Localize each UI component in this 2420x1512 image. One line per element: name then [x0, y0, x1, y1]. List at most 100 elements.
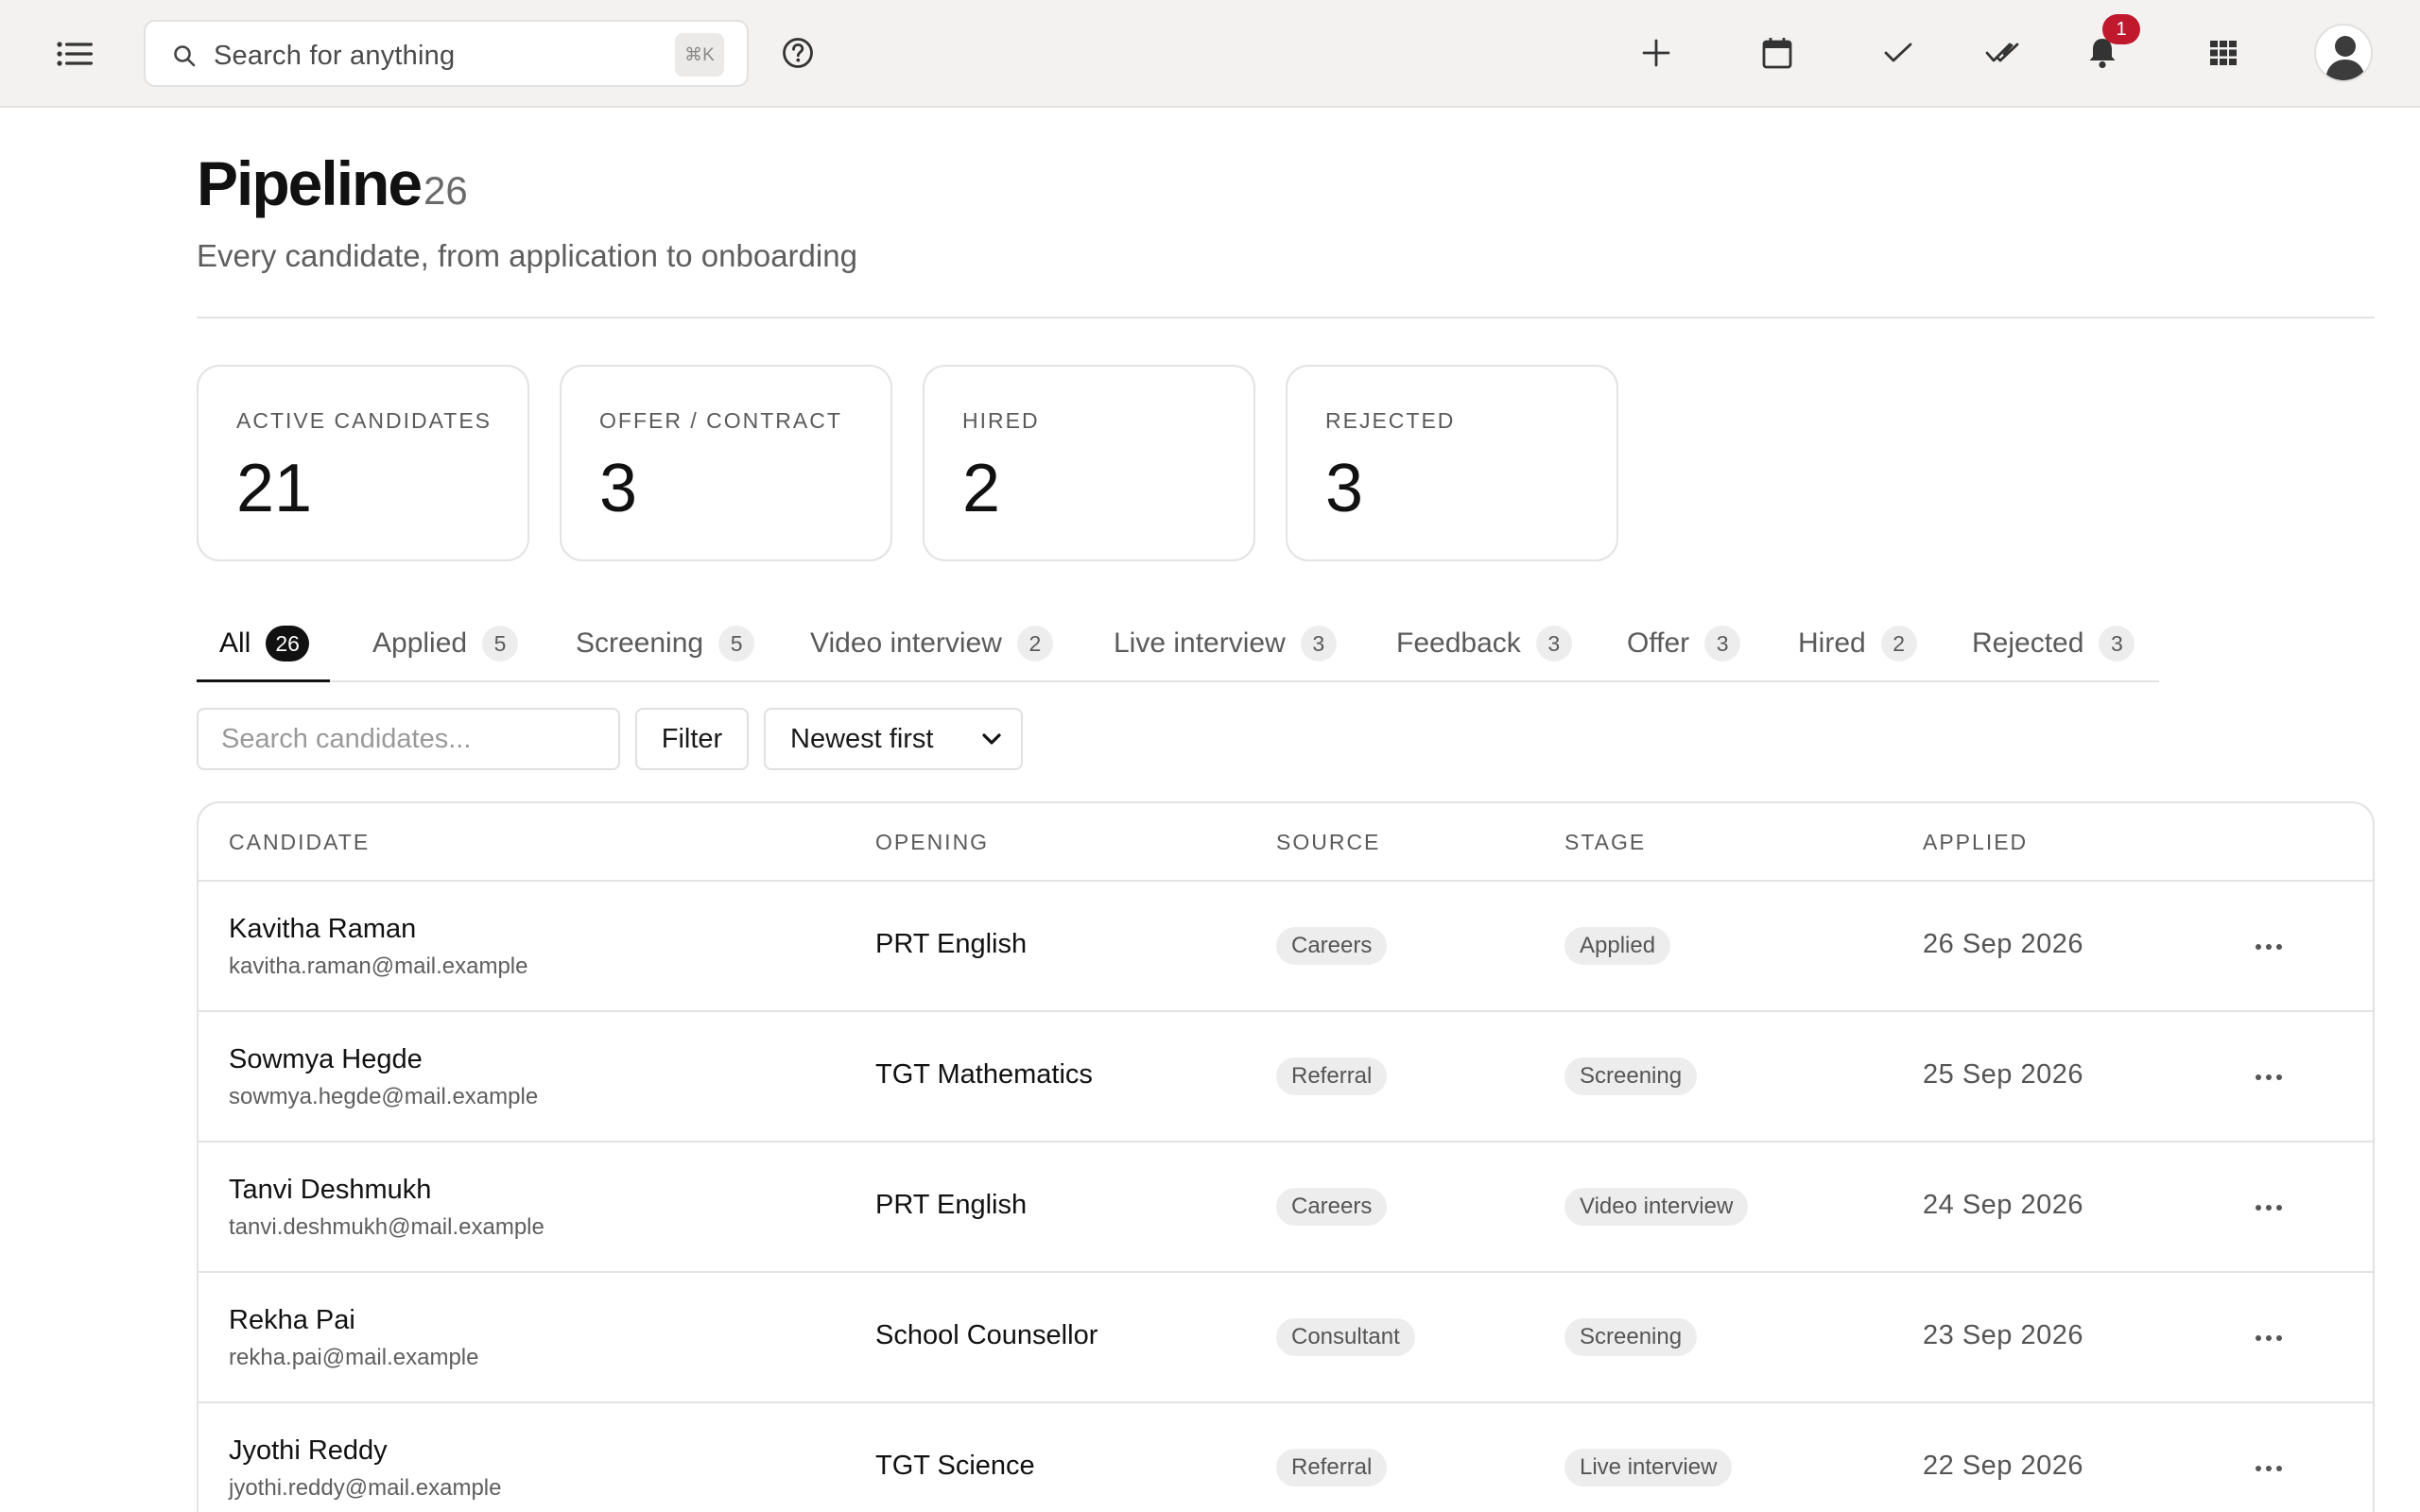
- tab-label: Applied: [372, 627, 468, 659]
- candidate-name[interactable]: Kavitha Raman: [229, 914, 416, 945]
- tab-hired[interactable]: Hired 2: [1798, 612, 1917, 682]
- tab-label: Offer: [1627, 627, 1690, 659]
- column-header-applied: APPLIED: [1923, 830, 2029, 854]
- tab-count: 5: [718, 626, 755, 662]
- tab-count: 3: [1704, 626, 1741, 662]
- column-header-stage: STAGE: [1564, 830, 1647, 854]
- tab-all[interactable]: All 26: [197, 612, 330, 682]
- table-row[interactable]: Rekha Pai rekha.pai@mail.example School …: [199, 1273, 2373, 1403]
- stat-card-hired: HIRED 2: [923, 365, 1255, 561]
- stat-value: 3: [1325, 451, 1364, 526]
- search-placeholder: Search for anything: [214, 41, 456, 71]
- stage-badge: Screening: [1564, 1057, 1698, 1095]
- tab-label: Rejected: [1972, 627, 2084, 659]
- tab-label: Live interview: [1114, 627, 1286, 659]
- tab-count: 2: [1016, 626, 1053, 662]
- source-badge: Referral: [1276, 1449, 1388, 1486]
- candidate-email: rekha.pai@mail.example: [229, 1345, 479, 1370]
- plus-icon[interactable]: [1635, 32, 1677, 74]
- column-header-source: SOURCE: [1276, 830, 1381, 854]
- table-row[interactable]: Jyothi Reddy jyothi.reddy@mail.example T…: [199, 1403, 2373, 1512]
- table-row[interactable]: Kavitha Raman kavitha.raman@mail.example…: [199, 882, 2373, 1012]
- column-header-opening: OPENING: [875, 830, 990, 854]
- more-options-icon[interactable]: [2252, 1063, 2286, 1091]
- tab-live-interview[interactable]: Live interview 3: [1114, 612, 1337, 682]
- candidate-email: sowmya.hegde@mail.example: [229, 1084, 539, 1109]
- sort-select[interactable]: Newest first: [764, 708, 1023, 770]
- page-title: Pipeline: [197, 148, 423, 218]
- avatar[interactable]: [2314, 24, 2373, 82]
- stat-label: REJECTED: [1325, 408, 1456, 433]
- filter-button[interactable]: Filter: [635, 708, 749, 770]
- stat-card-rejected: REJECTED 3: [1286, 365, 1618, 561]
- tab-rejected[interactable]: Rejected 3: [1972, 612, 2135, 682]
- tab-count: 3: [1535, 626, 1572, 662]
- page-subtitle: Every candidate, from application to onb…: [197, 238, 857, 273]
- tab-count: 3: [2099, 626, 2135, 662]
- source-badge: Referral: [1276, 1057, 1388, 1095]
- sort-value: Newest first: [790, 723, 934, 754]
- notification-badge: 1: [2102, 14, 2140, 44]
- column-header-candidate: CANDIDATE: [229, 830, 371, 854]
- shortcut-hint: ⌘K: [675, 33, 724, 77]
- tab-video-interview[interactable]: Video interview 2: [810, 612, 1053, 682]
- stat-label: ACTIVE CANDIDATES: [236, 408, 492, 433]
- candidate-name[interactable]: Jyothi Reddy: [229, 1435, 388, 1467]
- stat-card-offer: OFFER / CONTRACT 3: [560, 365, 892, 561]
- tab-count: 5: [482, 626, 519, 662]
- search-icon: [174, 45, 196, 67]
- stat-value: 2: [962, 451, 1001, 526]
- tab-feedback[interactable]: Feedback 3: [1396, 612, 1572, 682]
- applied-date: 25 Sep 2026: [1923, 1059, 2083, 1090]
- tab-label: Screening: [576, 627, 704, 659]
- candidate-email: jyothi.reddy@mail.example: [229, 1475, 502, 1501]
- more-options-icon[interactable]: [2252, 1194, 2286, 1222]
- tab-label: All: [219, 627, 251, 659]
- stage-badge: Video interview: [1564, 1188, 1749, 1226]
- more-options-icon[interactable]: [2252, 933, 2286, 961]
- table-row[interactable]: Sowmya Hegde sowmya.hegde@mail.example T…: [199, 1012, 2373, 1143]
- page-count: 26: [424, 168, 468, 213]
- apps-grid-icon[interactable]: [2203, 32, 2244, 74]
- menu-icon[interactable]: [55, 34, 95, 74]
- candidate-name[interactable]: Rekha Pai: [229, 1305, 355, 1336]
- candidate-search-input[interactable]: [197, 708, 620, 770]
- source-badge: Careers: [1276, 927, 1388, 965]
- header-divider: [197, 317, 2375, 318]
- top-bar: Search for anything ⌘K 1: [0, 0, 2420, 108]
- global-search[interactable]: Search for anything ⌘K: [144, 20, 749, 87]
- tab-label: Video interview: [810, 627, 1002, 659]
- stat-value: 21: [236, 451, 313, 526]
- table-row[interactable]: Tanvi Deshmukh tanvi.deshmukh@mail.examp…: [199, 1143, 2373, 1273]
- tab-offer[interactable]: Offer 3: [1627, 612, 1741, 682]
- opening: School Counsellor: [875, 1320, 1098, 1350]
- candidate-name[interactable]: Sowmya Hegde: [229, 1044, 423, 1075]
- applied-date: 23 Sep 2026: [1923, 1320, 2083, 1350]
- candidate-name[interactable]: Tanvi Deshmukh: [229, 1175, 431, 1206]
- candidate-email: kavitha.raman@mail.example: [229, 954, 528, 979]
- tab-label: Hired: [1798, 627, 1866, 659]
- tab-screening[interactable]: Screening 5: [576, 612, 755, 682]
- check-icon[interactable]: [1877, 32, 1919, 74]
- candidate-email: tanvi.deshmukh@mail.example: [229, 1214, 544, 1240]
- opening: PRT English: [875, 929, 1028, 959]
- applied-date: 22 Sep 2026: [1923, 1451, 2083, 1481]
- opening: TGT Science: [875, 1451, 1035, 1481]
- tab-count: 26: [266, 626, 309, 662]
- more-options-icon[interactable]: [2252, 1454, 2286, 1483]
- double-check-icon[interactable]: [1983, 32, 2025, 74]
- calendar-icon[interactable]: [1756, 32, 1798, 74]
- stat-card-active: ACTIVE CANDIDATES 21: [197, 365, 529, 561]
- more-options-icon[interactable]: [2252, 1324, 2286, 1352]
- candidates-table: CANDIDATE OPENING SOURCE STAGE APPLIED K…: [197, 801, 2375, 1512]
- tab-count: 3: [1300, 626, 1337, 662]
- stage-badge: Live interview: [1564, 1449, 1733, 1486]
- table-header: CANDIDATE OPENING SOURCE STAGE APPLIED: [199, 803, 2373, 882]
- applied-date: 24 Sep 2026: [1923, 1190, 2083, 1220]
- tab-applied[interactable]: Applied 5: [372, 612, 519, 682]
- source-badge: Consultant: [1276, 1318, 1415, 1356]
- stat-label: HIRED: [962, 408, 1040, 433]
- stat-value: 3: [599, 451, 638, 526]
- stage-badge: Applied: [1564, 927, 1671, 965]
- help-icon[interactable]: [781, 36, 815, 70]
